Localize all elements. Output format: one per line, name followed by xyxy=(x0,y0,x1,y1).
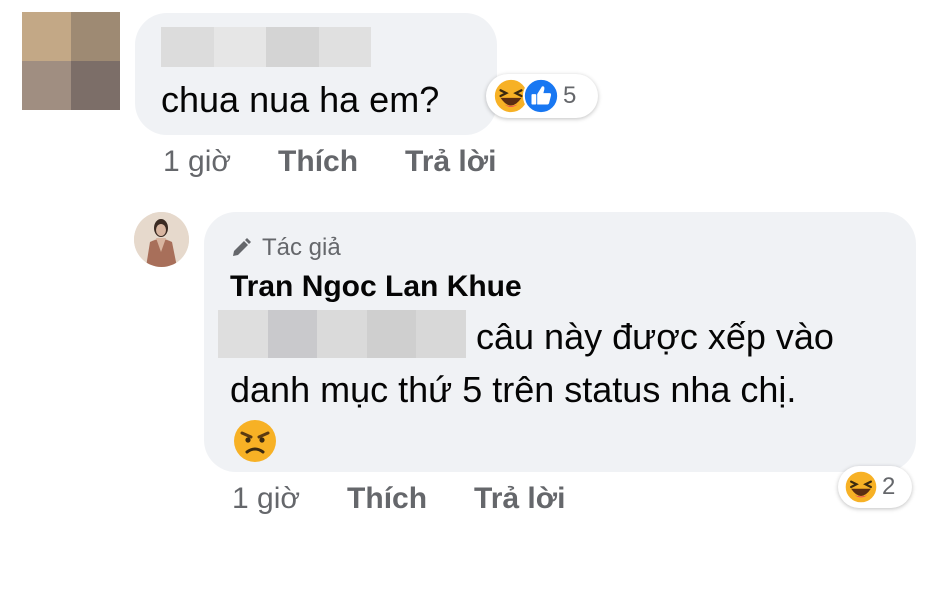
reply-timestamp[interactable]: 1 giờ xyxy=(232,482,300,516)
author-badge: Tác giả xyxy=(230,234,341,262)
pencil-icon xyxy=(233,238,251,256)
comment-actions: 1 giờ Thích Trả lời xyxy=(163,145,543,179)
author-badge-label: Tác giả xyxy=(262,234,341,261)
mentioned-name-blurred[interactable] xyxy=(218,310,466,358)
reply-text-line2: danh mục thứ 5 trên status nha chị. xyxy=(230,369,797,410)
like-button[interactable]: Thích xyxy=(347,482,427,516)
reply-bubble: Tác giả Tran Ngoc Lan Khue câu này được … xyxy=(204,212,916,472)
author-name[interactable]: Tran Ngoc Lan Khue xyxy=(230,270,522,304)
comment-bubble: chua nua ha em? xyxy=(135,13,497,135)
reply-button[interactable]: Trả lời xyxy=(405,145,496,179)
like-icon xyxy=(522,77,560,115)
author-avatar[interactable] xyxy=(134,212,189,267)
reply-button[interactable]: Trả lời xyxy=(474,482,565,516)
comment-text: chua nua ha em? xyxy=(161,79,440,120)
author-photo xyxy=(134,212,189,267)
comment-timestamp[interactable]: 1 giờ xyxy=(163,145,231,179)
reply-reaction-summary[interactable]: 2 xyxy=(838,466,912,508)
reaction-count: 2 xyxy=(882,473,896,500)
angry-emoji-icon xyxy=(234,420,276,462)
reply-actions: 1 giờ Thích Trả lời xyxy=(232,482,612,516)
reaction-count: 5 xyxy=(563,82,577,109)
commenter-name-blurred[interactable] xyxy=(161,27,371,67)
like-button[interactable]: Thích xyxy=(278,145,358,179)
reply-text-line1: câu này được xếp vào xyxy=(476,316,834,357)
reaction-summary[interactable]: 5 xyxy=(486,74,598,118)
laugh-emoji-icon xyxy=(843,469,879,505)
commenter-avatar-pixelated[interactable] xyxy=(22,12,120,110)
